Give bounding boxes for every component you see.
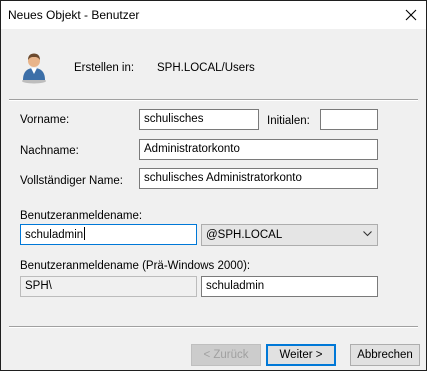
fullname-label: Vollständiger Name: (20, 175, 123, 187)
logon-name-value: schuladmin (25, 229, 84, 241)
close-button[interactable] (396, 1, 426, 29)
user-icon (22, 53, 46, 84)
create-in-label: Erstellen in: (74, 62, 135, 74)
logon-name-field[interactable]: schuladmin (20, 224, 197, 245)
chevron-down-icon (363, 231, 372, 237)
firstname-label: Vorname: (20, 114, 70, 126)
separator (9, 326, 418, 328)
prewin-logon-label: Benutzeranmeldename (Prä-Windows 2000): (20, 260, 251, 272)
prewin-domain-field: SPH\ (20, 276, 197, 297)
new-user-dialog: Neues Objekt - Benutzer Erstellen in: SP… (0, 0, 427, 371)
title-bar: Neues Objekt - Benutzer (1, 1, 426, 29)
domain-select-value: @SPH.LOCAL (206, 229, 283, 241)
next-button[interactable]: Weiter > (266, 344, 336, 366)
create-in-path: SPH.LOCAL/Users (157, 62, 255, 74)
dialog-content: Erstellen in: SPH.LOCAL/Users Vorname: s… (1, 29, 426, 370)
prewin-username-field[interactable]: schuladmin (201, 276, 378, 297)
text-caret (84, 227, 86, 240)
cancel-button[interactable]: Abbrechen (350, 344, 420, 366)
firstname-field[interactable]: schulisches (139, 109, 259, 130)
domain-select[interactable]: @SPH.LOCAL (201, 224, 378, 246)
separator (9, 99, 418, 101)
back-button[interactable]: < Zurück (191, 344, 261, 366)
logon-name-label: Benutzeranmeldename: (20, 210, 143, 222)
initials-label: Initialen: (267, 115, 310, 127)
lastname-label: Nachname: (20, 145, 79, 157)
fullname-field[interactable]: schulisches Administratorkonto (139, 168, 378, 189)
lastname-field[interactable]: Administratorkonto (139, 139, 378, 160)
initials-field[interactable] (320, 109, 378, 130)
close-icon (405, 9, 417, 21)
window-title: Neues Objekt - Benutzer (8, 8, 140, 22)
